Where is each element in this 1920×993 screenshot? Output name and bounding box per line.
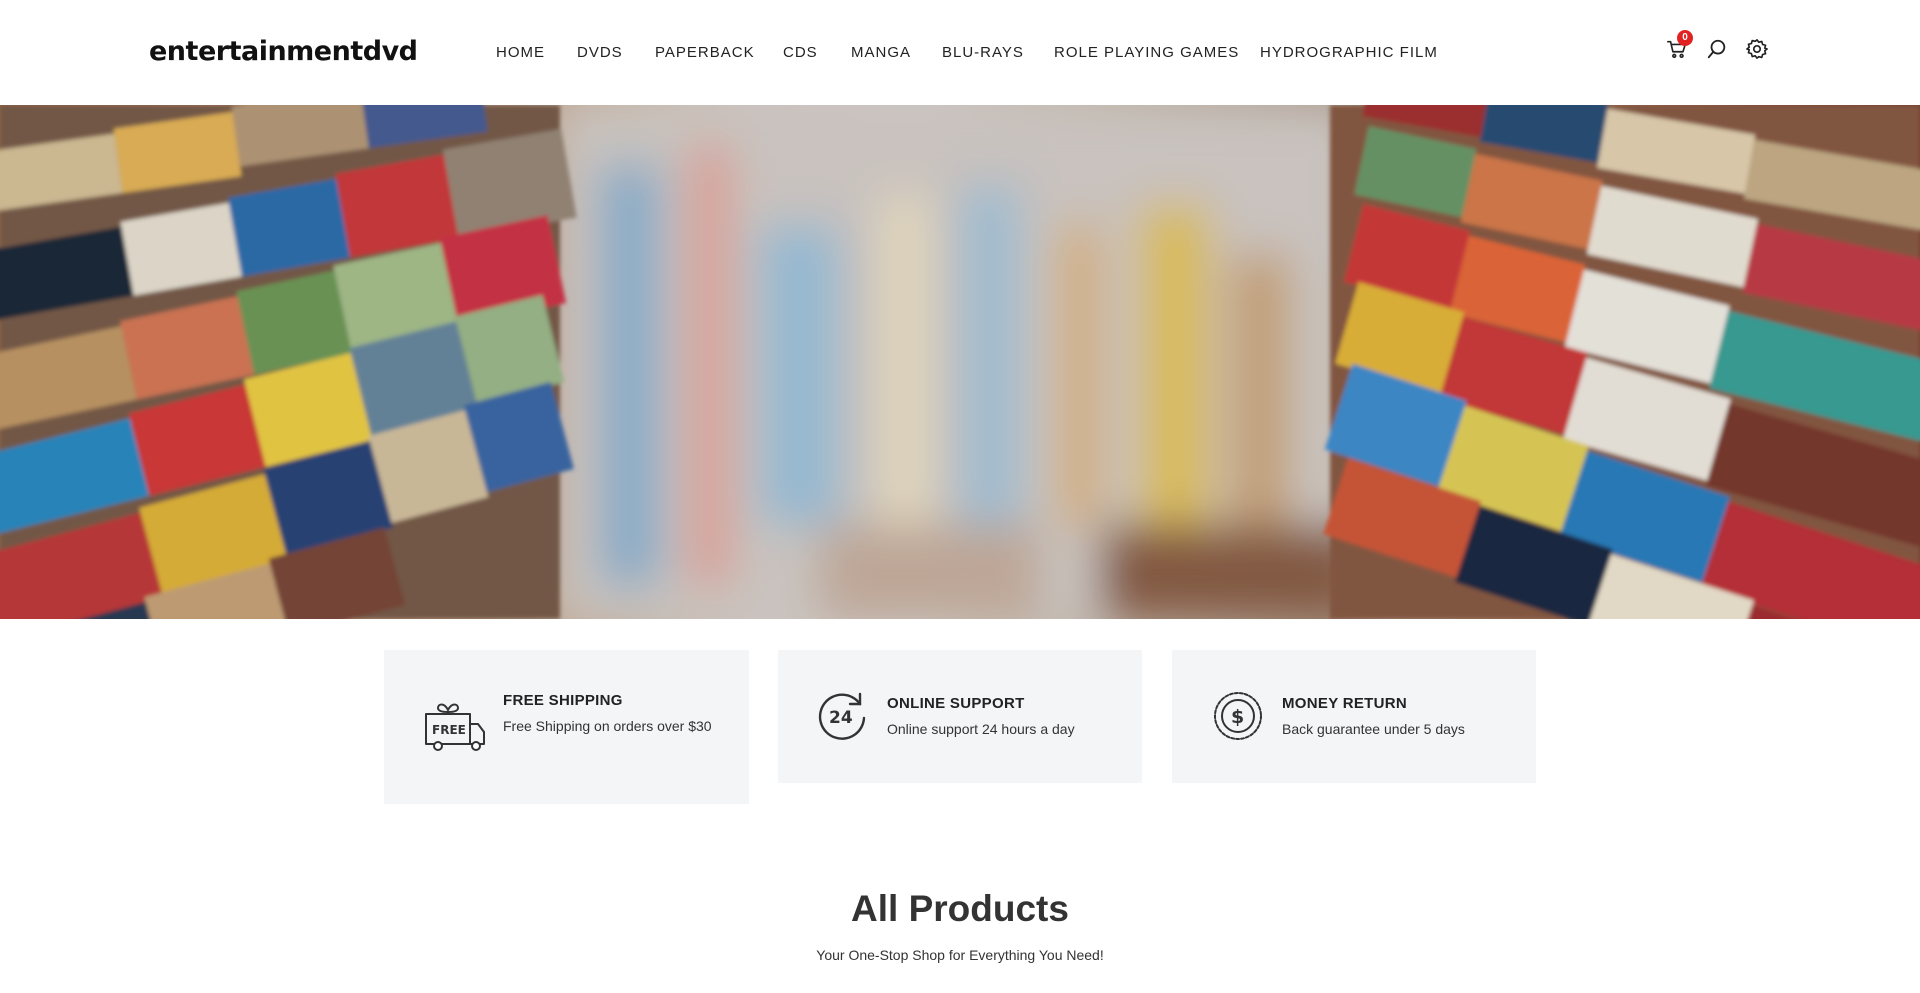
money-return-icon: $	[1212, 690, 1264, 747]
svg-text:24: 24	[829, 708, 853, 728]
24-hour-support-icon: 24	[816, 690, 868, 747]
feature-card-money-return: $ MONEY RETURN Back guarantee under 5 da…	[1172, 650, 1536, 783]
feature-description: Back guarantee under 5 days	[1282, 721, 1465, 737]
nav-hydrographic-film[interactable]: HYDROGRAPHIC FILM	[1260, 44, 1438, 61]
hero-books-image	[0, 105, 1920, 619]
all-products-heading: All Products	[851, 888, 1069, 929]
svg-text:$: $	[1231, 706, 1244, 728]
all-products-subtitle: Your One-Stop Shop for Everything You Ne…	[816, 947, 1104, 963]
feature-title: MONEY RETURN	[1282, 695, 1407, 712]
site-header: entertainmentdvd HOME DVDS PAPERBACK CDS…	[0, 0, 1920, 105]
hero-banner	[0, 105, 1920, 619]
nav-dvds[interactable]: DVDS	[577, 44, 623, 61]
nav-manga[interactable]: MANGA	[851, 44, 911, 61]
nav-role-playing-games[interactable]: ROLE PLAYING GAMES	[1054, 44, 1239, 61]
svg-text:FREE: FREE	[432, 723, 466, 737]
feature-card-online-support: 24 ONLINE SUPPORT Online support 24 hour…	[778, 650, 1142, 783]
feature-description: Online support 24 hours a day	[887, 721, 1075, 737]
nav-cds[interactable]: CDS	[783, 44, 818, 61]
gear-icon[interactable]	[1746, 38, 1770, 62]
feature-title: FREE SHIPPING	[503, 692, 623, 709]
search-icon[interactable]	[1706, 38, 1730, 62]
nav-home[interactable]: HOME	[496, 44, 545, 61]
feature-card-free-shipping: FREE FREE SHIPPING Free Shipping on orde…	[384, 650, 749, 804]
free-delivery-truck-icon: FREE	[424, 700, 486, 759]
nav-blu-rays[interactable]: BLU-RAYS	[942, 44, 1024, 61]
nav-paperback[interactable]: PAPERBACK	[655, 44, 755, 61]
feature-title: ONLINE SUPPORT	[887, 695, 1025, 712]
cart-count-badge: 0	[1677, 30, 1693, 46]
site-logo[interactable]: entertainmentdvd	[149, 36, 418, 67]
feature-description: Free Shipping on orders over $30	[503, 718, 712, 734]
